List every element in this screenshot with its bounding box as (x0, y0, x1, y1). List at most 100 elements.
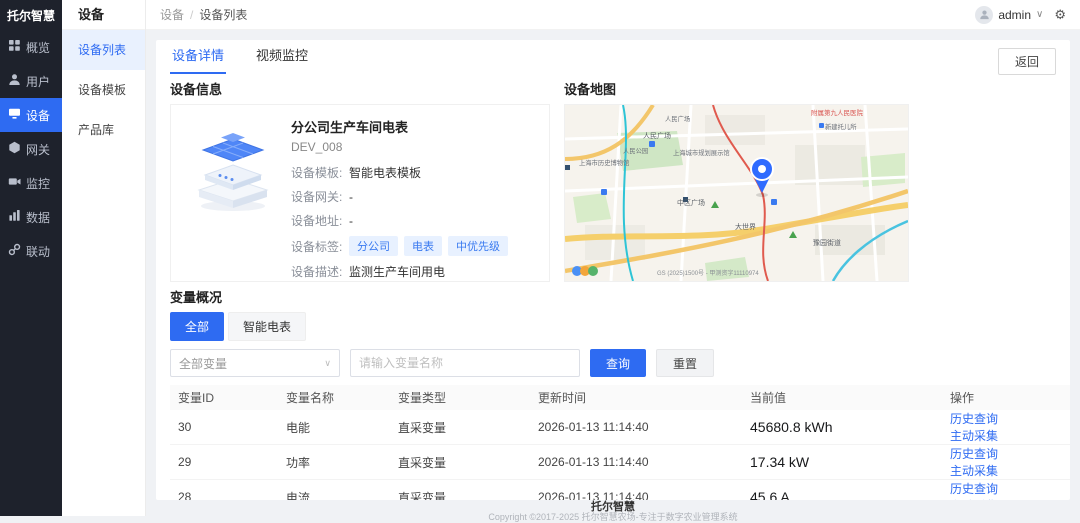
field-value: 监测生产车间用电 (349, 265, 446, 279)
history-query-link[interactable]: 历史查询 (950, 412, 998, 426)
variables-section: 变量概况 全部 智能电表 全部变量 ∨ 查询 重置 (170, 287, 1070, 500)
cell-name: 电流 (278, 479, 390, 500)
field-label: 设备模板: (291, 166, 343, 180)
sidebar-item-label: 数据 (26, 210, 51, 225)
tab-device-detail[interactable]: 设备详情 (170, 40, 227, 74)
sidebar-item-gateway[interactable]: 网关 (0, 132, 62, 166)
cell-value: 17.34 kW (742, 444, 942, 480)
data-icon (8, 209, 21, 225)
history-query-link[interactable]: 历史查询 (950, 482, 998, 496)
sidebar-item-linkage[interactable]: 联动 (0, 234, 62, 268)
gear-icon[interactable]: ⚙ (1054, 7, 1066, 23)
cell-updated: 2026-01-13 11:14:40 (530, 444, 742, 480)
tab-video-monitor[interactable]: 视频监控 (254, 40, 310, 74)
submenu-item-device-list[interactable]: 设备列表 (62, 30, 145, 70)
device-map-title: 设备地图 (564, 82, 617, 97)
sidebar-item-monitor[interactable]: 监控 (0, 166, 62, 200)
footer-copyright: Copyright ©2017-2025 托尔智慧农场-专注于数字农业管理系统 (488, 512, 738, 523)
device-map[interactable]: 人民广场 人民广场 人民公园 上海市历史博物馆 上海城市规划展示馆 中区广场 大… (564, 104, 909, 282)
map-label: 上海城市规划展示馆 (673, 148, 730, 157)
history-query-link[interactable]: 历史查询 (950, 447, 998, 461)
var-tab-all[interactable]: 全部 (170, 312, 225, 341)
active-collect-link[interactable]: 主动采集 (950, 499, 998, 500)
search-button[interactable]: 查询 (590, 349, 647, 377)
sidebar-item-devices[interactable]: 设备 (0, 98, 62, 132)
sidebar-item-users[interactable]: 用户 (0, 64, 62, 98)
cell-id: 28 (170, 479, 278, 500)
cell-value: 45680.8 kWh (742, 410, 942, 445)
variables-title: 变量概况 (170, 290, 223, 305)
map-provider-logo (572, 266, 598, 276)
field-value: 智能电表模板 (349, 166, 422, 180)
cell-type: 直采变量 (390, 479, 530, 500)
sidebar-item-data[interactable]: 数据 (0, 200, 62, 234)
table-row: 28 电流 直采变量 2026-01-13 11:14:40 45.6 A 历史… (170, 479, 1070, 500)
device-name: 分公司生产车间电表 (291, 120, 409, 135)
sidebar-item-label: 网关 (26, 142, 51, 157)
device-tag: 电表 (404, 236, 442, 256)
back-button[interactable]: 返回 (997, 48, 1056, 75)
user-menu[interactable]: admin ∨ ⚙ (975, 5, 1066, 24)
users-icon (8, 73, 21, 89)
var-tab-smart-meter[interactable]: 智能电表 (228, 312, 307, 341)
active-collect-link[interactable]: 主动采集 (950, 464, 998, 478)
overview-icon (8, 39, 21, 55)
variable-filter-row: 全部变量 ∨ 查询 重置 (170, 349, 1056, 377)
primary-sidebar: 托尔智慧 概览 用户 设备 网关 监控 数据 联动 (0, 0, 62, 516)
map-label: 中区广场 (677, 198, 705, 207)
cell-updated: 2026-01-13 11:14:40 (530, 410, 742, 445)
cell-id: 30 (170, 410, 278, 445)
cell-type: 直采变量 (390, 410, 530, 445)
sidebar-item-overview[interactable]: 概览 (0, 30, 62, 64)
field-address: 设备地址: - (291, 212, 541, 229)
submenu-item-device-template[interactable]: 设备模板 (62, 70, 145, 110)
map-label: 人民广场 (643, 131, 671, 140)
chevron-down-icon: ∨ (324, 357, 331, 368)
device-info-column: 设备信息 分公司生产车间电表 DEV_008 设备模板: 智能电表模板 设备网关… (170, 74, 550, 282)
device-map-column: 设备地图 人民广场 人民广场 人民公园 上海市历史博物馆 上海城市规划展示馆 中… (564, 74, 909, 282)
variable-name-input[interactable] (350, 349, 580, 377)
breadcrumb-current: 设备列表 (199, 8, 248, 22)
username-label: admin (998, 7, 1032, 22)
device-tag: 中优先级 (448, 236, 508, 256)
device-info-box: 分公司生产车间电表 DEV_008 设备模板: 智能电表模板 设备网关: - 设… (170, 104, 550, 282)
cell-actions: 历史查询 主动采集 (942, 410, 1070, 445)
variable-group-tabs: 全部 智能电表 (170, 312, 1056, 341)
table-row: 30 电能 直采变量 2026-01-13 11:14:40 45680.8 k… (170, 410, 1070, 445)
monitor-icon (8, 175, 21, 191)
page-footer: 托尔智慧 Copyright ©2017-2025 托尔智慧农场-专注于数字农业… (156, 500, 1070, 522)
field-label: 设备描述: (291, 265, 343, 279)
map-label: 上海市历史博物馆 (579, 158, 629, 167)
breadcrumb-root[interactable]: 设备 (160, 6, 184, 23)
col-header-actions: 操作 (942, 385, 1070, 410)
map-label: 豫园街道 (813, 238, 841, 247)
field-label: 设备标签: (291, 239, 343, 254)
submenu-item-product-library[interactable]: 产品库 (62, 110, 145, 150)
active-collect-link[interactable]: 主动采集 (950, 429, 998, 443)
table-header-row: 变量ID 变量名称 变量类型 更新时间 当前值 操作 (170, 385, 1070, 410)
topbar: 设备 / 设备列表 admin ∨ ⚙ (146, 0, 1080, 30)
app-logo: 托尔智慧 (6, 8, 55, 23)
variable-type-select[interactable]: 全部变量 ∨ (170, 349, 340, 377)
variables-table: 变量ID 变量名称 变量类型 更新时间 当前值 操作 30 电能 直采变量 20… (170, 385, 1070, 500)
submenu-title: 设备 (62, 0, 145, 30)
field-gateway: 设备网关: - (291, 188, 541, 205)
sidebar-item-label: 监控 (26, 176, 51, 191)
field-description: 设备描述: 监测生产车间用电 (291, 263, 541, 280)
chevron-down-icon: ∨ (1036, 9, 1044, 20)
content-area: 设备详情 视频监控 返回 设备信息 分公司生产车间电表 DEV_008 设备模板… (146, 30, 1080, 522)
map-label: 大世界 (735, 222, 756, 231)
reset-button[interactable]: 重置 (656, 349, 715, 377)
field-template: 设备模板: 智能电表模板 (291, 164, 541, 181)
map-attribution: GS (2025)1500号 - 甲测资字11110974 (657, 269, 759, 277)
gateway-icon (8, 141, 21, 157)
col-header-updated: 更新时间 (530, 385, 742, 410)
detail-tabs: 设备详情 视频监控 (170, 40, 1056, 74)
devices-icon (8, 107, 21, 123)
select-value: 全部变量 (179, 356, 228, 371)
sidebar-item-label: 联动 (26, 244, 51, 259)
cell-id: 29 (170, 444, 278, 480)
cell-updated: 2026-01-13 11:14:40 (530, 479, 742, 500)
secondary-sidebar: 设备 设备列表 设备模板 产品库 (62, 0, 146, 516)
device-fields: 分公司生产车间电表 DEV_008 设备模板: 智能电表模板 设备网关: - 设… (287, 115, 541, 279)
